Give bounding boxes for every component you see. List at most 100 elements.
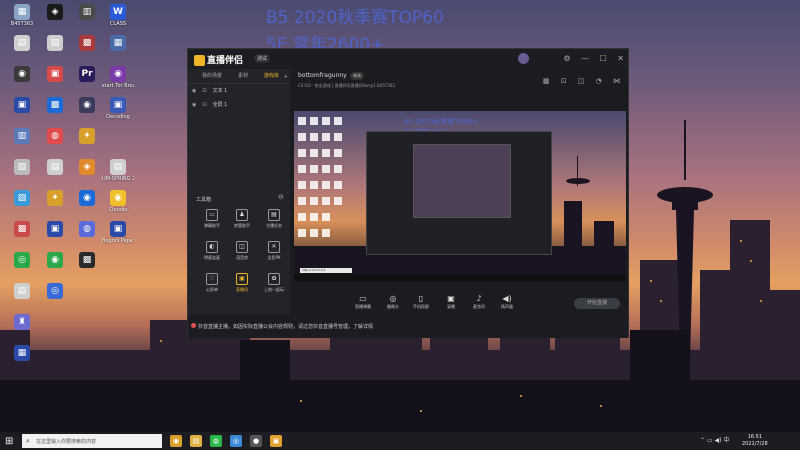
app-titlebar[interactable]: 直播伴侣 测试 ⚙ — ☐ ✕ [188,49,628,69]
tool-button[interactable]: ◐ 明星连麦 [196,241,228,267]
desktop-icon-label: B45T363 [10,21,34,27]
scene-item[interactable]: ◉ ⊡ 全屏 1 [188,98,290,112]
desktop-app-icon: ◍ [79,221,95,237]
taskbar-live-companion-icon[interactable]: ▣ [270,435,282,447]
app-badge[interactable]: 测试 [254,54,271,63]
stream-info: CS:GO · 射击游戏 | 直播间号直播间Yamy1 B45T363 [298,83,395,88]
tab-my-scenes[interactable]: 我的场景 [202,69,222,83]
desktop-app-icon: ✦ [47,190,63,206]
lock-icon[interactable]: ⊡ [202,102,206,108]
minimize-icon[interactable]: — [581,54,589,63]
desktop-app-icon: ▩ [79,35,95,51]
taskbar-file-explorer-icon[interactable]: ▤ [190,435,202,447]
desktop-app-icon: ▣ [110,221,126,237]
control-icon: ◎ [389,294,397,303]
tool-button[interactable]: ▭ 弹幕助手 [196,209,228,235]
bell-icon[interactable]: ◔ [596,77,602,85]
tool-label: 上热一起玩 [264,287,284,292]
control-button[interactable]: ◀) 扬声器 [494,294,520,310]
scene-item-label: 文本 1 [212,88,228,94]
overlay-line-1: B5 2020秋季赛TOP60 [266,8,444,28]
control-label: 摄像头 [387,304,399,309]
tool-button[interactable]: ◫ 语音房 [226,241,258,267]
desktop-app-icon: ✦ [79,128,95,144]
control-label: 直播弹幕 [355,304,371,309]
notice-bar: 抖音直播主播，如因实际直播公会内容规则，请过您抖音直播号管理，了解详情 [188,314,628,338]
tool-button[interactable]: ♡ 心愿单 [196,273,228,299]
scene-tabs: 我的场景 素材 游戏库 + [188,69,290,84]
search-icon: ⌕ [26,437,30,445]
start-live-button[interactable]: 开始直播 [574,298,620,309]
preview-address-bar: http://172.0.0.1 [300,268,352,273]
edit-button[interactable]: 修改 [350,72,364,80]
gift-icon[interactable]: ◫ [578,77,585,85]
share-icon[interactable]: ⋈ [613,77,620,85]
desktop-app-icon: ◉ [47,252,63,268]
control-label: 扬声器 [501,304,513,309]
tool-icon: ▭ [206,209,218,221]
app-main-panel: bottomfragunny 修改 CS:GO · 射击游戏 | 直播间号直播间… [290,69,628,314]
app-logo-text: 直播伴侣 [207,56,244,66]
system-tray[interactable]: ⌃ ▭ ◀) 中 [700,435,729,444]
desktop-icon[interactable]: ▣Bogoni Pepe's Ne [102,221,134,259]
control-button[interactable]: ◎ 摄像头 [380,294,406,310]
avatar[interactable] [518,53,529,64]
window-controls: ⚙ — ☐ ✕ [555,54,624,63]
desktop-app-icon: ▣ [47,221,63,237]
desktop-app-icon: ▩ [47,97,63,113]
desktop-icon[interactable]: ▦ [6,345,38,383]
collapse-icon[interactable]: ⊖ [278,193,284,201]
desktop-icon[interactable]: ◎ [39,283,71,321]
tab-materials[interactable]: 素材 [238,69,248,83]
desktop-app-icon: ♜ [14,314,30,330]
control-label: 手机投屏 [413,304,429,309]
stream-header: bottomfragunny 修改 CS:GO · 射击游戏 | 直播间号直播间… [290,69,628,88]
tab-game-library[interactable]: 游戏库 [264,69,279,83]
maximize-icon[interactable]: ☐ [600,54,607,63]
taskbar-browser-icon[interactable]: ◎ [230,435,242,447]
lock-icon[interactable]: ⊡ [202,88,206,94]
control-button[interactable]: ▯ 手机投屏 [408,294,434,310]
tool-icon: ▤ [268,209,280,221]
desktop-icon[interactable]: ▩ [71,252,103,290]
grid-icon[interactable]: ▦ [543,77,550,85]
scene-item[interactable]: ◉ ⊡ 文本 1 [188,84,290,98]
tool-label: 明星连麦 [204,255,220,260]
control-button[interactable]: ▣ 录播 [438,294,464,310]
close-icon[interactable]: ✕ [617,54,624,63]
taskbar-chrome-icon[interactable]: ◉ [170,435,182,447]
lock-icon[interactable]: ⊡ [561,77,567,85]
live-companion-window[interactable]: 直播伴侣 测试 ⚙ — ☐ ✕ 我的场景 素材 游戏库 + ◉ ⊡ 文本 1 ◉ ⊡ 全… [187,48,629,338]
tool-label: 全民PK [267,255,281,260]
tool-button[interactable]: ▣ 直播间 [226,273,258,299]
desktop-app-icon: ▤ [14,283,30,299]
tool-button[interactable]: ✿ 上热一起玩 [258,273,290,299]
tool-button[interactable]: ✕ 全民PK [258,241,290,267]
control-button[interactable]: ♪ 麦克风 [466,294,492,310]
desktop-app-icon: ▦ [14,345,30,361]
desktop-app-icon: ▣ [47,66,63,82]
desktop-app-icon: ▧ [14,159,30,175]
tool-button[interactable]: ▤ 主播任务 [258,209,290,235]
taskbar-search[interactable]: ⌕ 在这里输入你要搜索的内容 [22,434,162,448]
eye-icon[interactable]: ◉ [192,88,196,94]
taskbar-obs-icon[interactable]: ● [250,435,262,447]
desktop-app-icon: ▣ [110,97,126,113]
tool-icon: ✕ [268,241,280,253]
settings-icon[interactable]: ⚙ [563,54,570,63]
taskbar-clock[interactable]: 16:51 2021/7/28 [742,434,768,448]
desktop-app-icon: ◎ [14,252,30,268]
notice-text[interactable]: 抖音直播主播，如因实际直播公会内容规则，请过您抖音直播号管理，了解详情 [198,323,373,330]
preview-nested-preview [413,144,511,218]
windows-start-icon[interactable]: ⊞ [5,436,13,447]
eye-icon[interactable]: ◉ [192,102,196,108]
tool-icon: ◫ [236,241,248,253]
desktop-app-icon: ▤ [47,159,63,175]
control-button[interactable]: ▭ 直播弹幕 [350,294,376,310]
desktop-app-icon: ◍ [47,128,63,144]
taskbar-wechat-icon[interactable]: ◍ [210,435,222,447]
stream-preview[interactable]: B5 2020秋季赛TOP60 5E 常年2600+ http://172.0.… [294,111,626,281]
tool-button[interactable]: ♟ 房管助手 [226,209,258,235]
streamer-name: bottomfragunny [298,72,347,79]
add-tab-icon[interactable]: + [284,70,288,84]
